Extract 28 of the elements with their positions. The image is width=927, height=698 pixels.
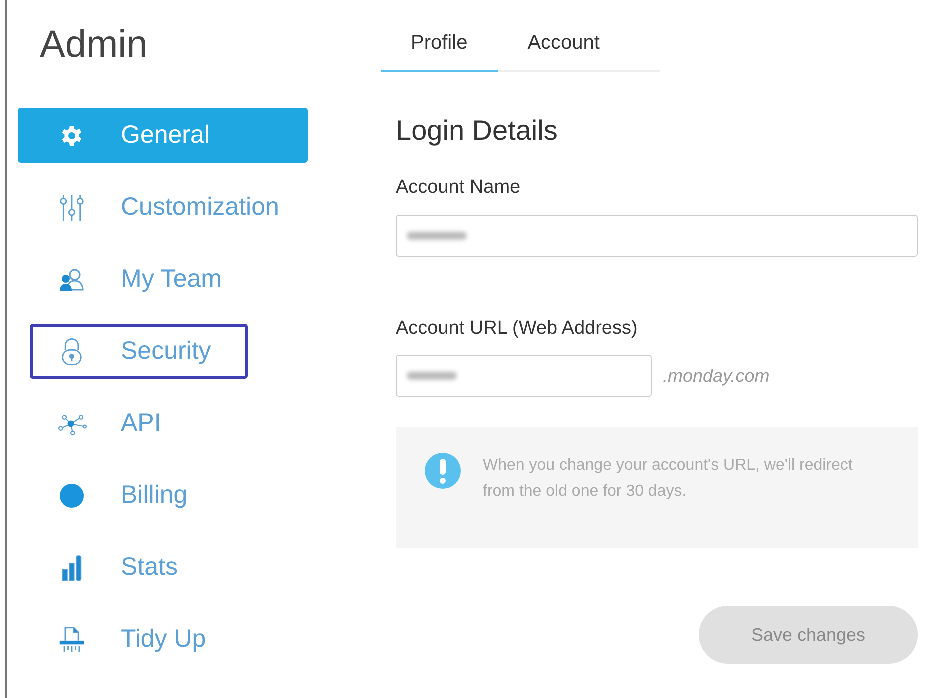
sidebar-item[interactable]: Security: [30, 324, 248, 379]
field-label: Account URL (Web Address): [396, 316, 639, 340]
redacted-mark: [407, 232, 467, 240]
input-field[interactable]: [396, 355, 652, 397]
gear-icon: [60, 124, 84, 148]
tab[interactable]: Account: [498, 28, 630, 72]
notice-text: When you change your account's URL, we'll redirect from the old one for 30 days.: [483, 456, 854, 502]
people-icon: [59, 268, 85, 292]
sidebar-item[interactable]: My Team: [18, 252, 308, 307]
sidebar-item[interactable]: General: [18, 108, 308, 163]
domain-suffix: .monday.com: [663, 364, 770, 388]
exclamation-icon: [425, 453, 461, 489]
redacted-mark: [407, 372, 457, 380]
sidebar-item[interactable]: Stats: [18, 540, 308, 595]
sidebar-item[interactable]: Tidy Up: [18, 612, 308, 667]
tab[interactable]: Profile: [381, 28, 498, 72]
sidebar-item[interactable]: API: [18, 396, 308, 451]
circle-icon: [59, 482, 85, 508]
section-title: Login Details: [396, 114, 559, 148]
field-label: Account Name: [396, 176, 522, 200]
sidebar-item[interactable]: Billing: [18, 468, 308, 523]
sidebar-item[interactable]: Customization: [18, 180, 308, 235]
admin-title: Admin: [40, 23, 149, 68]
bar-chart-icon: [61, 552, 83, 582]
lock-icon: [61, 338, 83, 366]
shredder-icon: [58, 626, 86, 654]
input-field[interactable]: [396, 214, 918, 256]
sliders-icon: [59, 192, 85, 222]
